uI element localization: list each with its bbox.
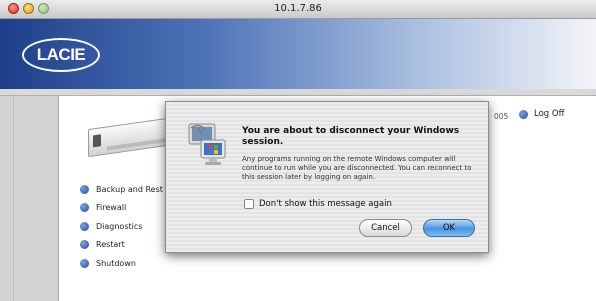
blue-bullet-icon (80, 203, 89, 213)
blue-bullet-icon (80, 184, 89, 194)
left-rule (13, 96, 14, 301)
menu-item-label: Shutdown (96, 258, 136, 268)
menu-item-backup[interactable]: Backup and Rest (80, 180, 163, 199)
menu-item-label: Backup and Rest (96, 184, 163, 194)
menu-item-label: Firewall (96, 203, 127, 213)
blue-bullet-icon (80, 258, 89, 268)
dont-show-again-checkbox[interactable] (244, 199, 254, 209)
logoff-link[interactable]: Log Off (519, 109, 564, 119)
lacie-logo: LACIE (22, 38, 100, 72)
blue-bullet-icon (80, 240, 89, 250)
menu-item-label: Restart (96, 240, 125, 250)
logoff-label: Log Off (534, 109, 565, 119)
window-title-bar[interactable]: 10.1.7.86 (0, 0, 596, 19)
menu-item-shutdown[interactable]: Shutdown (80, 254, 163, 273)
menu-item-diagnostics[interactable]: Diagnostics (80, 217, 163, 236)
window-title: 10.1.7.86 (274, 3, 322, 14)
dialog-heading: You are about to disconnect your Windows… (242, 126, 460, 147)
checkbox-label: Don't show this message again (259, 199, 392, 209)
remote-desktop-icon (188, 123, 226, 165)
side-menu: Backup and Rest Firewall Diagnostics Res… (80, 180, 163, 273)
header-banner: LACIE (0, 19, 596, 89)
blue-bullet-icon (80, 221, 89, 231)
ok-button[interactable]: OK (423, 219, 475, 237)
menu-item-firewall[interactable]: Firewall (80, 199, 163, 218)
menu-item-label: Diagnostics (96, 221, 143, 231)
dialog-body: Any programs running on the remote Windo… (242, 155, 472, 181)
cancel-button[interactable]: Cancel (359, 219, 412, 237)
date-fragment: 005 (494, 112, 509, 121)
dont-show-again-option[interactable]: Don't show this message again (244, 199, 392, 209)
disconnect-dialog: You are about to disconnect your Windows… (165, 101, 489, 253)
blue-bullet-icon (519, 109, 528, 119)
header-divider (0, 89, 596, 96)
menu-item-restart[interactable]: Restart (80, 236, 163, 255)
